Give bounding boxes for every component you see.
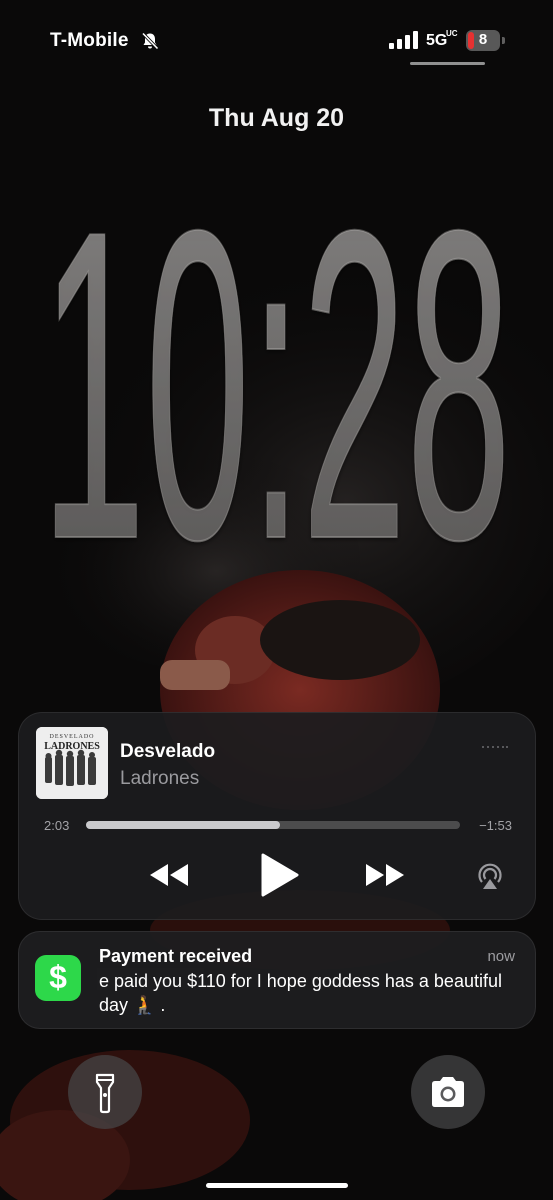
now-playing-widget[interactable]: DESVELADO LADRONES Desvelado Ladrones 2:…: [18, 712, 536, 920]
battery-cap: [502, 37, 505, 44]
play-icon[interactable]: [258, 853, 300, 897]
network-type: 5G: [426, 32, 448, 49]
camera-button[interactable]: [411, 1055, 485, 1129]
notification-body: e paid you $110 for I hope goddess has a…: [99, 971, 502, 1015]
signal-strength-icon: [389, 31, 418, 49]
backward-icon[interactable]: [146, 860, 192, 890]
album-artwork-image: DESVELADO LADRONES: [36, 727, 108, 799]
home-indicator[interactable]: [206, 1183, 348, 1188]
notification-card[interactable]: $ Payment received now e paid you $110 f…: [18, 931, 536, 1029]
notification-time: now: [487, 948, 515, 965]
flashlight-icon: [95, 1073, 115, 1114]
remaining-time: −1:53: [479, 818, 512, 833]
battery-level: 8: [478, 31, 488, 48]
album-art-band: LADRONES: [44, 741, 100, 752]
carrier-name: T-Mobile: [50, 30, 129, 51]
airplay-icon[interactable]: [475, 861, 505, 891]
notification-title: Payment received: [99, 946, 253, 966]
flashlight-button[interactable]: [68, 1055, 142, 1129]
cash-app-icon: $: [35, 955, 81, 1001]
bell-slash-icon: [141, 32, 159, 50]
album-art-title: DESVELADO: [50, 734, 95, 740]
playback-scrubber[interactable]: [86, 821, 460, 829]
track-title: Desvelado: [120, 741, 216, 762]
lock-screen-date: Thu Aug 20: [208, 104, 345, 132]
network-superscript: UC: [446, 29, 458, 38]
track-artist: Ladrones: [120, 768, 200, 789]
playback-progress: [86, 821, 281, 829]
control-center-indicator[interactable]: [410, 62, 485, 65]
elapsed-time: 2:03: [44, 818, 70, 833]
cash-app-glyph: $: [49, 959, 67, 995]
clock-digits: 10:28: [41, 140, 511, 555]
audio-waveform-icon: [482, 746, 508, 748]
battery-indicator: 8: [466, 30, 506, 51]
camera-icon: [432, 1077, 464, 1107]
lock-screen-time: 10:28: [40, 139, 512, 555]
album-artwork[interactable]: DESVELADO LADRONES: [36, 727, 108, 799]
forward-icon[interactable]: [362, 860, 408, 890]
